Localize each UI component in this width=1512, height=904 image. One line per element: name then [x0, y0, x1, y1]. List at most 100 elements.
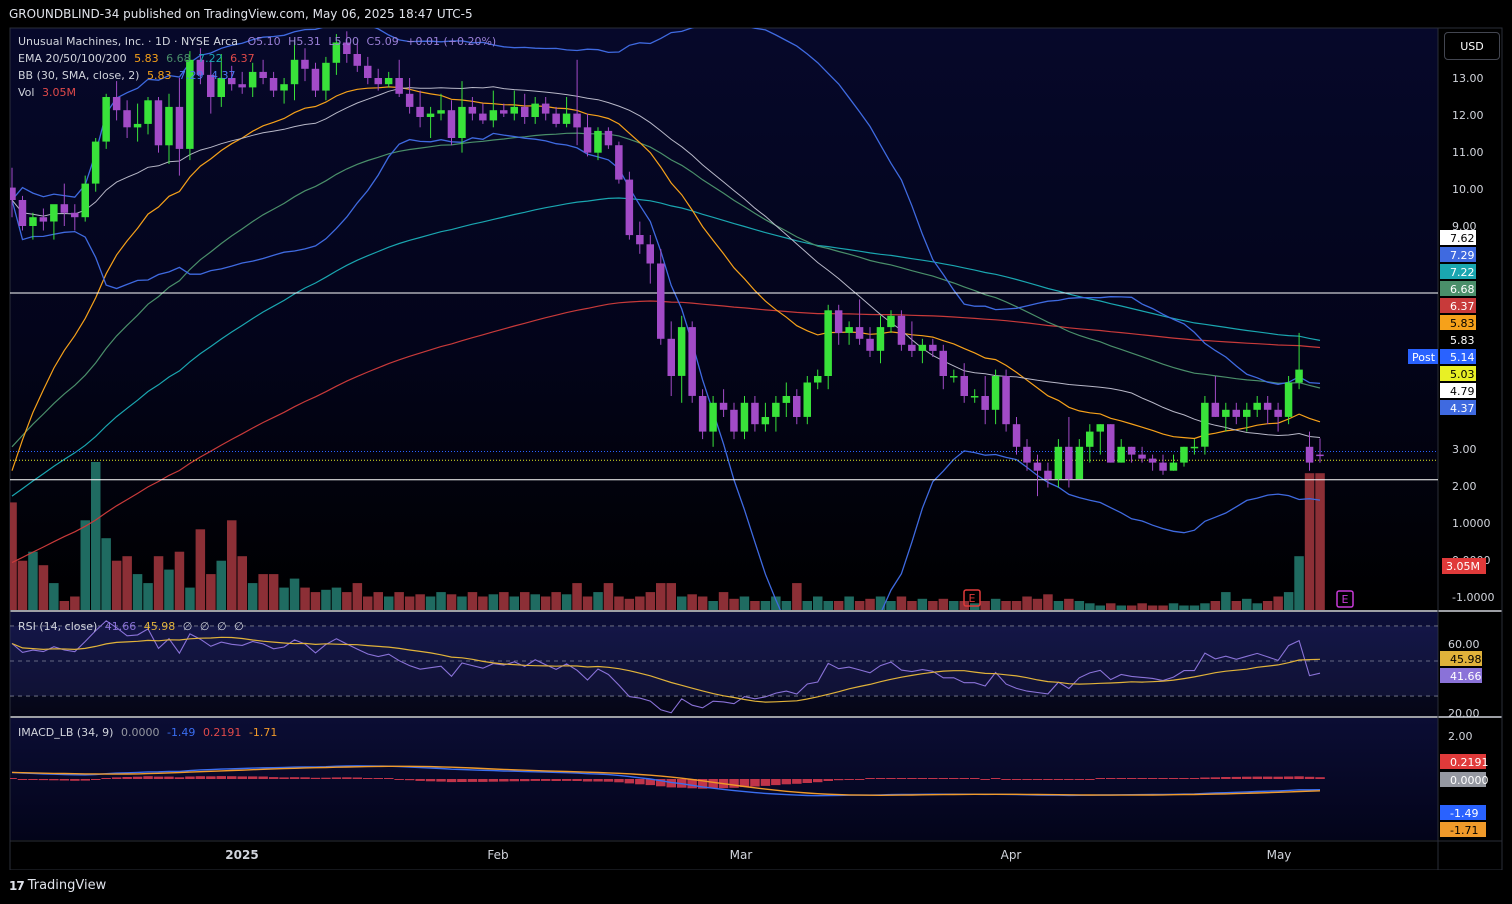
volume-bar: [10, 502, 17, 610]
macd-hist-bar: [91, 779, 101, 780]
candle-body: [112, 97, 121, 111]
macd-hist-bar: [122, 777, 132, 779]
candle-body: [636, 235, 644, 245]
legend-rsi: RSI (14, close) 41.66 45.98 ∅ ∅ ∅ ∅: [18, 620, 244, 633]
candle-body: [1253, 402, 1261, 410]
legend-open: 5.10: [256, 35, 281, 48]
macd-hist-bar: [174, 777, 185, 779]
macd-hist-bar: [164, 776, 174, 779]
candle-body: [416, 106, 424, 117]
price-axis-label-text: 7.29: [1450, 249, 1475, 262]
candle-body: [1096, 424, 1104, 432]
volume-bar: [561, 594, 572, 610]
macd-hist-bar: [363, 778, 373, 779]
candle-body: [510, 106, 518, 114]
legend-macd: IMACD_LB (34, 9) 0.0000 -1.49 0.2191 -1.…: [18, 726, 277, 739]
volume-bar: [1315, 473, 1325, 610]
macd-hist-bar: [949, 778, 959, 779]
candle-body: [259, 71, 267, 78]
volume-bar: [1168, 603, 1179, 610]
volume-bar: [1231, 601, 1242, 610]
legend-macd-signal: -1.71: [248, 726, 278, 739]
candle-body: [311, 68, 320, 91]
macd-hist-bar: [1189, 778, 1200, 779]
macd-hist-bar: [823, 779, 833, 781]
macd-hist-bar: [603, 779, 614, 782]
macd-hist-bar: [352, 777, 363, 779]
legend-macd-label: IMACD_LB (34, 9): [18, 726, 114, 739]
macd-hist-bar: [1158, 778, 1168, 779]
candle-body: [39, 217, 48, 222]
candle-body: [1023, 446, 1031, 463]
candle-body: [60, 204, 69, 213]
volume-bar: [237, 556, 247, 610]
tradingview-logo[interactable]: 17 TradingView: [9, 878, 106, 893]
candle-body: [1054, 446, 1063, 479]
macd-hist-bar: [425, 779, 436, 782]
volume-bar: [195, 529, 206, 610]
macd-hist-bar: [792, 779, 802, 784]
macd-hist-bar: [1074, 779, 1085, 780]
macd-hist-bar: [279, 777, 289, 779]
macd-hist-bar: [1221, 777, 1231, 779]
macd-hist-bar: [17, 779, 28, 780]
volume-bar: [907, 601, 917, 610]
candle-body: [991, 376, 1000, 410]
candle-body: [81, 183, 89, 218]
time-tick-label: Feb: [487, 848, 508, 862]
candle-body: [1263, 402, 1272, 410]
volume-bar: [865, 598, 875, 610]
macd-hist-bar: [1011, 779, 1022, 780]
time-tick-label: 2025: [225, 848, 258, 862]
macd-hist-bar: [551, 779, 561, 781]
legend-title: Unusual Machines, Inc. · 1D · NYSE Arca: [18, 35, 238, 48]
volume-bar: [404, 596, 415, 610]
volume-bar: [949, 601, 959, 610]
volume-bar: [540, 596, 551, 610]
legend-ema50: 6.68: [166, 52, 191, 65]
earnings-marker-text: E: [1342, 593, 1349, 606]
macd-hist-bar: [216, 776, 226, 779]
currency-button[interactable]: USD: [1444, 32, 1500, 60]
candle-body: [521, 106, 529, 117]
legend-close: 5.09: [374, 35, 399, 48]
price-tick-label: 3.00: [1452, 443, 1477, 456]
candle-body: [1127, 446, 1136, 455]
candle-body: [688, 327, 696, 396]
macd-hist-bar: [1147, 778, 1158, 779]
candle-body: [1305, 446, 1314, 463]
macd-hist-bar: [1106, 778, 1116, 779]
macd-hist-bar: [185, 776, 195, 779]
volume-bar: [17, 560, 28, 610]
candle-body: [981, 396, 989, 410]
volume-bar: [342, 592, 352, 610]
volume-bar: [268, 574, 279, 610]
candle-body: [1180, 446, 1188, 463]
macd-hist-bar: [1085, 779, 1095, 780]
candle-body: [290, 59, 299, 85]
volume-bar: [1126, 605, 1137, 610]
legend-bb-lower: 4.37: [210, 69, 236, 82]
legend-macd-zero: 0.0000: [120, 726, 160, 739]
volume-bar: [697, 596, 708, 610]
macd-hist-bar: [760, 779, 771, 786]
macd-hist-bar: [310, 777, 321, 779]
price-chart[interactable]: 13.0012.0011.0010.009.003.002.001.00000.…: [0, 0, 1512, 870]
candle-body: [1284, 382, 1293, 417]
legend-low: 5.00: [334, 35, 360, 48]
volume-bar: [499, 592, 509, 610]
volume-bar: [813, 596, 823, 610]
legend-ema-label: EMA 20/50/100/200: [18, 52, 127, 65]
tradingview-logo-mark: 17: [9, 878, 25, 893]
macd-hist-bar: [1210, 777, 1221, 779]
candle-body: [301, 59, 309, 69]
macd-hist-bar: [321, 777, 331, 779]
price-axis-label-text: 4.37: [1450, 402, 1475, 415]
macd-hist-bar: [875, 778, 886, 779]
candle-body: [897, 315, 906, 345]
macd-hist-bar: [59, 779, 70, 781]
macd-hist-bar: [478, 779, 488, 782]
time-tick-label: Apr: [1001, 848, 1022, 862]
volume-bar: [258, 574, 268, 610]
macd-hist-bar: [1200, 777, 1210, 779]
